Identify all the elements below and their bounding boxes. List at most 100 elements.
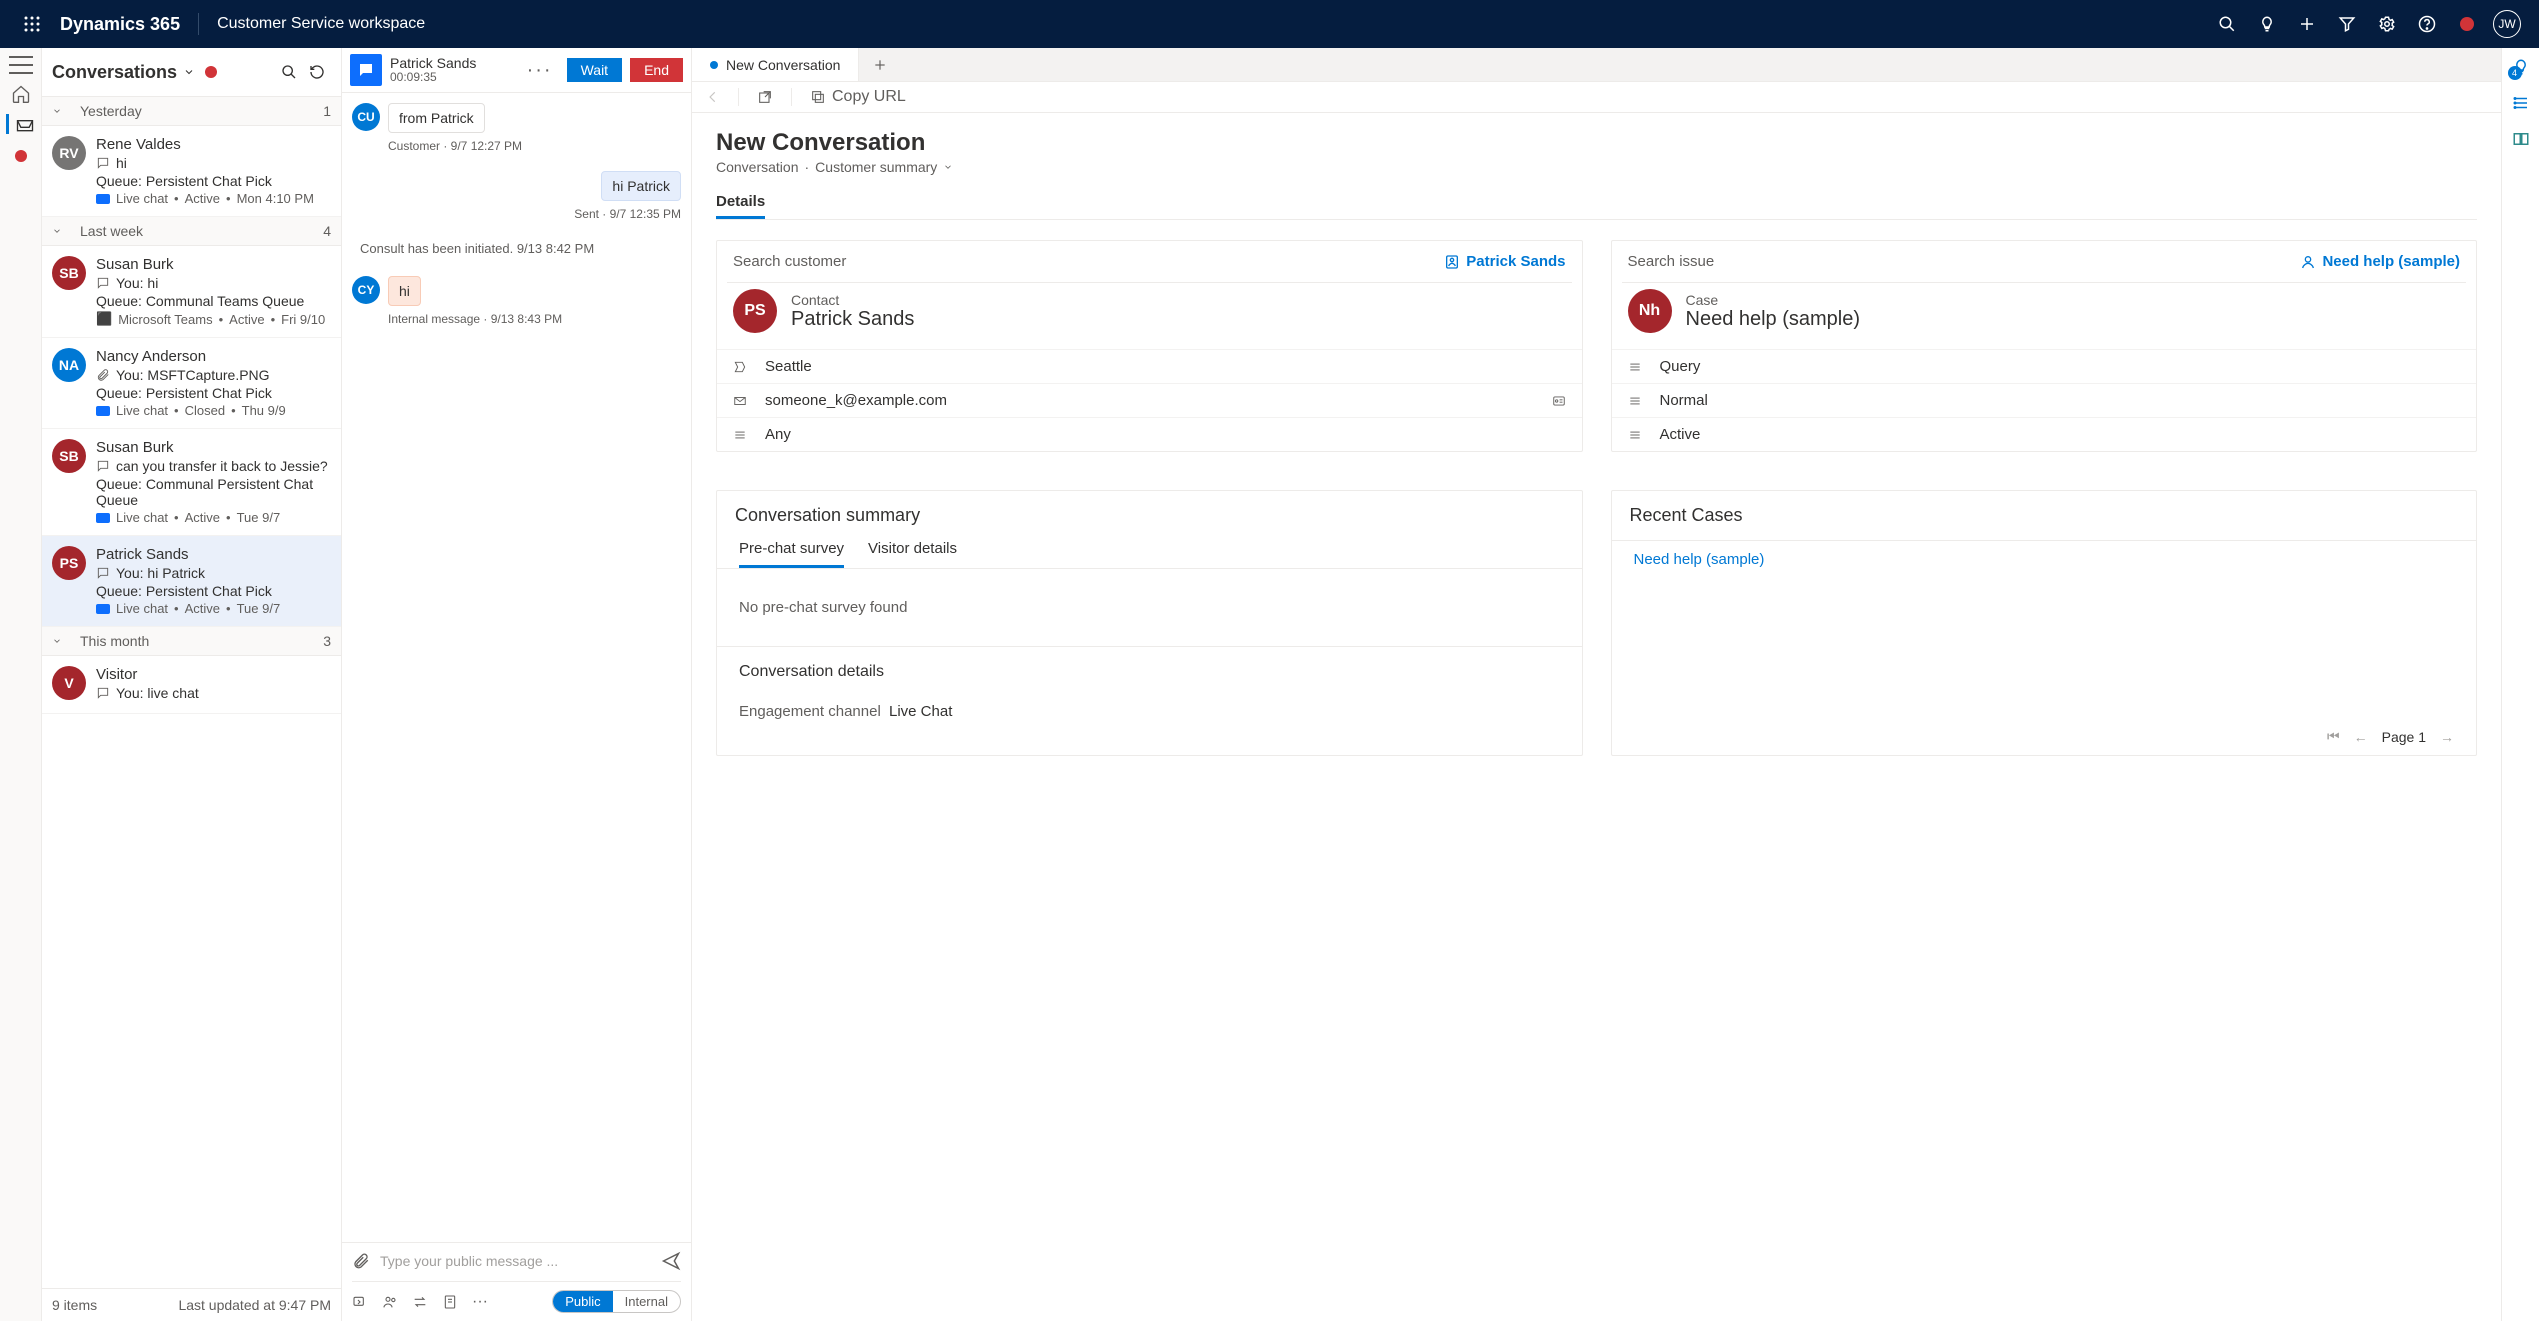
- field-row[interactable]: Any: [717, 417, 1582, 451]
- workspace-label: Customer Service workspace: [217, 15, 425, 33]
- smart-assist-badge: 4: [2508, 66, 2522, 80]
- menu-toggle-icon[interactable]: [9, 56, 33, 74]
- conversation-group-header[interactable]: Yesterday1: [42, 97, 341, 126]
- no-prechat-message: No pre-chat survey found: [717, 569, 1582, 646]
- notification-dot: [15, 150, 27, 162]
- presence-indicator: [2447, 4, 2487, 44]
- global-topbar: Dynamics 365 Customer Service workspace …: [0, 0, 2539, 48]
- scope-internal[interactable]: Internal: [613, 1291, 680, 1312]
- engagement-channel-label: Engagement channel: [739, 703, 889, 720]
- pager-label: Page 1: [2382, 729, 2426, 745]
- search-icon[interactable]: [275, 58, 303, 86]
- wait-button[interactable]: Wait: [567, 58, 622, 82]
- customer-card: Search customer Patrick Sands PS Contact…: [716, 240, 1583, 452]
- contact-name[interactable]: Patrick Sands: [791, 308, 914, 331]
- contact-avatar: PS: [733, 289, 777, 333]
- home-icon[interactable]: [11, 84, 31, 104]
- new-tab-button[interactable]: [859, 48, 901, 81]
- chat-message: CUfrom Patrick: [352, 103, 681, 133]
- open-new-window-icon[interactable]: [757, 89, 773, 105]
- search-icon[interactable]: [2207, 4, 2247, 44]
- end-button[interactable]: End: [630, 58, 683, 82]
- divider: [198, 13, 199, 35]
- productivity-rail: 4: [2501, 48, 2539, 1321]
- help-icon[interactable]: [2407, 4, 2447, 44]
- overflow-icon[interactable]: ···: [472, 1293, 488, 1311]
- page-first-icon[interactable]: ⏮: [2327, 728, 2340, 745]
- refresh-icon[interactable]: [303, 58, 331, 86]
- card-icon[interactable]: [1552, 394, 1566, 408]
- tab-visitor-details[interactable]: Visitor details: [868, 540, 957, 568]
- search-issue-label: Search issue: [1628, 253, 1715, 270]
- lightbulb-icon[interactable]: [2247, 4, 2287, 44]
- page-prev-icon[interactable]: ←: [2354, 729, 2368, 745]
- add-icon[interactable]: [2287, 4, 2327, 44]
- left-nav-rail: [0, 48, 42, 1321]
- live-chat-icon: [350, 54, 382, 86]
- scope-public[interactable]: Public: [553, 1291, 612, 1312]
- last-updated: Last updated at 9:47 PM: [178, 1297, 331, 1313]
- scope-toggle[interactable]: Public Internal: [552, 1290, 681, 1313]
- contact-label: Contact: [791, 292, 914, 308]
- customer-link[interactable]: Patrick Sands: [1444, 253, 1565, 270]
- conversation-item[interactable]: SBSusan BurkYou: hiQueue: Communal Teams…: [42, 246, 341, 338]
- send-icon[interactable]: [661, 1251, 681, 1271]
- field-row[interactable]: Active: [1612, 417, 2477, 451]
- recent-case-link[interactable]: Need help (sample): [1612, 541, 2477, 578]
- field-row[interactable]: Query: [1612, 349, 2477, 383]
- attach-icon[interactable]: [352, 1252, 370, 1270]
- smart-assist-icon[interactable]: 4: [2512, 58, 2530, 76]
- chevron-down-icon[interactable]: [183, 66, 195, 78]
- conversation-item[interactable]: VVisitorYou: live chat: [42, 656, 341, 714]
- conversation-summary-title: Conversation summary: [717, 491, 1582, 540]
- unread-dot: [205, 66, 217, 78]
- settings-icon[interactable]: [2367, 4, 2407, 44]
- inbox-icon[interactable]: [6, 114, 35, 134]
- conversation-details-title: Conversation details: [717, 647, 1582, 697]
- agent-scripts-icon[interactable]: [2512, 94, 2530, 112]
- case-name[interactable]: Need help (sample): [1686, 308, 1861, 331]
- filter-icon[interactable]: [2327, 4, 2367, 44]
- chat-timer: 00:09:35: [390, 71, 476, 84]
- conversations-panel: Conversations Yesterday1RVRene ValdeshiQ…: [42, 48, 342, 1321]
- tab-new-conversation[interactable]: New Conversation: [692, 48, 859, 81]
- user-avatar[interactable]: JW: [2487, 4, 2527, 44]
- conversation-group-header[interactable]: Last week4: [42, 217, 341, 246]
- field-row[interactable]: someone_k@example.com: [717, 383, 1582, 417]
- tab-label: New Conversation: [726, 57, 840, 73]
- breadcrumb-dropdown[interactable]: Customer summary: [815, 159, 937, 175]
- knowledge-icon[interactable]: [2512, 130, 2530, 148]
- breadcrumb: Conversation· Customer summary: [716, 159, 2477, 175]
- consult-icon[interactable]: [382, 1294, 398, 1310]
- conversation-item[interactable]: PSPatrick SandsYou: hi PatrickQueue: Per…: [42, 536, 341, 627]
- section-tab-details[interactable]: Details: [716, 193, 765, 219]
- conversation-item[interactable]: RVRene ValdeshiQueue: Persistent Chat Pi…: [42, 126, 341, 217]
- page-next-icon[interactable]: →: [2440, 729, 2454, 745]
- message-meta: Customer · 9/7 12:27 PM: [388, 139, 681, 153]
- more-icon[interactable]: ···: [521, 59, 559, 82]
- message-meta: Sent · 9/7 12:35 PM: [352, 207, 681, 221]
- chat-panel: Patrick Sands 00:09:35 ··· Wait End CUfr…: [342, 48, 692, 1321]
- conversation-group-header[interactable]: This month3: [42, 627, 341, 656]
- copy-url-button[interactable]: Copy URL: [810, 88, 906, 106]
- tab-indicator-dot: [710, 61, 718, 69]
- detail-panel: New Conversation Copy URL New Conversati…: [692, 48, 2501, 1321]
- field-row[interactable]: Seattle: [717, 349, 1582, 383]
- recent-cases-title: Recent Cases: [1612, 491, 2477, 540]
- chat-message: CYhi: [352, 276, 681, 306]
- message-input[interactable]: [380, 1253, 651, 1269]
- conversation-item[interactable]: NANancy AndersonYou: MSFTCapture.PNGQueu…: [42, 338, 341, 429]
- field-row[interactable]: Normal: [1612, 383, 2477, 417]
- notes-icon[interactable]: [442, 1294, 458, 1310]
- quick-reply-icon[interactable]: [352, 1294, 368, 1310]
- chat-message: hi Patrick: [352, 171, 681, 201]
- tab-prechat-survey[interactable]: Pre-chat survey: [739, 540, 844, 568]
- system-message: Consult has been initiated. 9/13 8:42 PM: [352, 241, 681, 256]
- transfer-icon[interactable]: [412, 1294, 428, 1310]
- app-launcher-icon[interactable]: [12, 4, 52, 44]
- recent-cases-card: Recent Cases Need help (sample) ⏮ ← Page…: [1611, 490, 2478, 756]
- back-icon[interactable]: [706, 90, 720, 104]
- item-count: 9 items: [52, 1297, 97, 1313]
- conversation-item[interactable]: SBSusan Burkcan you transfer it back to …: [42, 429, 341, 536]
- issue-link[interactable]: Need help (sample): [2300, 253, 2460, 270]
